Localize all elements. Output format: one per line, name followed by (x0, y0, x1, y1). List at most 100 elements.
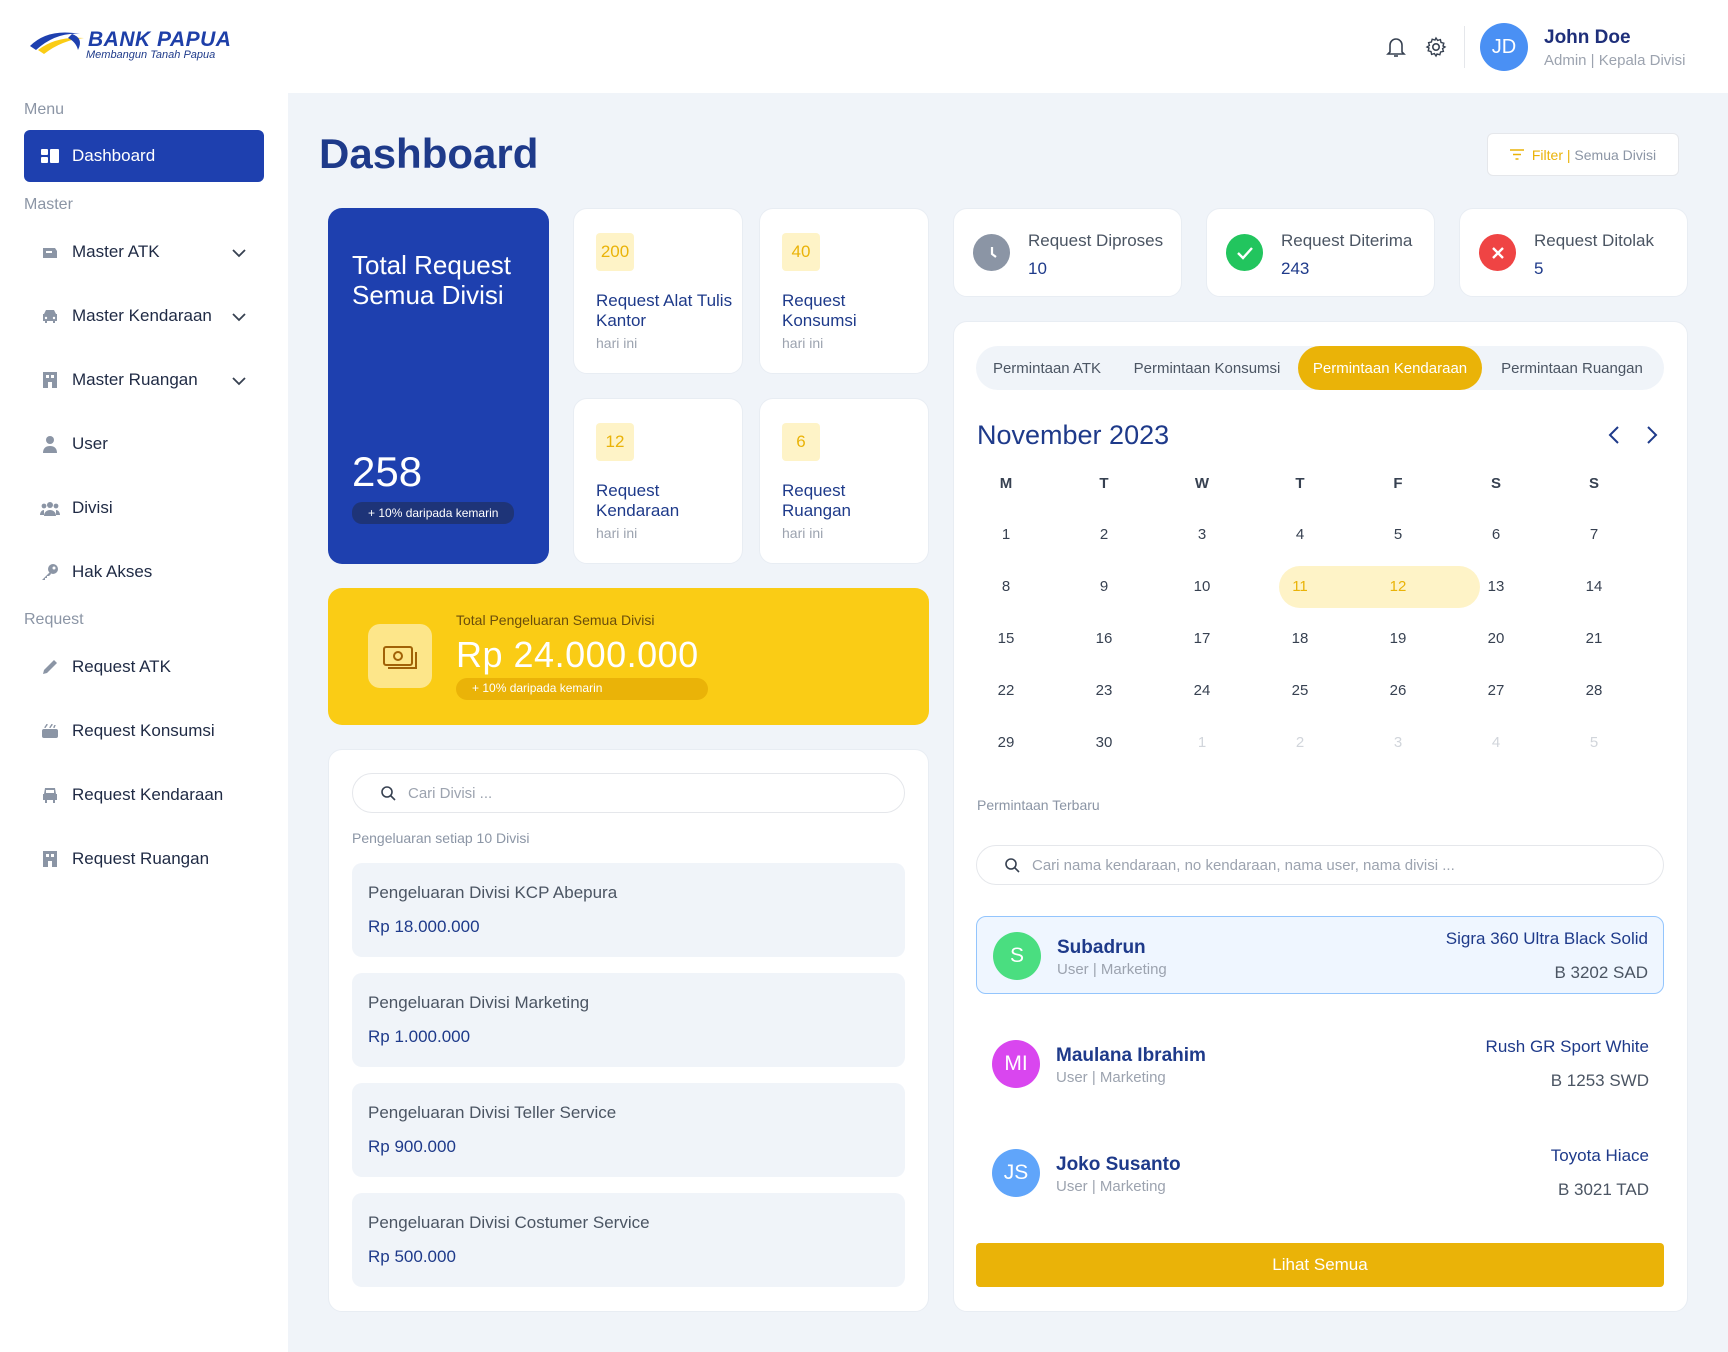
car-icon (40, 306, 60, 326)
see-all-button[interactable]: Lihat Semua (976, 1243, 1664, 1287)
gear-icon[interactable] (1423, 34, 1449, 60)
calendar-day[interactable]: 4 (1476, 734, 1516, 751)
weekday-header: T (1295, 475, 1305, 492)
calendar-day[interactable]: 3 (1182, 526, 1222, 543)
calendar-day[interactable]: 5 (1574, 734, 1614, 751)
list-item[interactable]: Pengeluaran Divisi Costumer Service Rp 5… (352, 1193, 905, 1287)
mini-card-atk[interactable]: 200 Request Alat Tulis Kantor hari ini (573, 208, 743, 374)
division-search-input[interactable]: Cari Divisi ... (352, 773, 905, 813)
user-icon (40, 434, 60, 454)
bell-icon[interactable] (1383, 34, 1409, 60)
calendar-day[interactable]: 14 (1574, 578, 1614, 595)
list-item[interactable]: JS Joko Susanto User | Marketing Toyota … (976, 1134, 1664, 1212)
division-name: Pengeluaran Divisi KCP Abepura (368, 883, 618, 902)
requester-name: Maulana Ibrahim (1056, 1045, 1206, 1066)
count-badge: 200 (596, 233, 634, 271)
calendar-day[interactable]: 26 (1378, 682, 1418, 699)
sidebar-item-master-kendaraan[interactable]: Master Kendaraan (24, 290, 264, 342)
calendar-day[interactable]: 10 (1182, 578, 1222, 595)
mini-card-kendaraan[interactable]: 12 Request Kendaraan hari ini (573, 398, 743, 564)
tab-permintaan-atk[interactable]: Permintaan ATK (976, 346, 1118, 390)
avatar: S (993, 932, 1041, 980)
stat-card-diterima[interactable]: Request Diterima 243 (1206, 208, 1435, 297)
calendar-day[interactable]: 16 (1084, 630, 1124, 647)
sidebar-item-request-konsumsi[interactable]: Request Konsumsi (24, 705, 264, 757)
sidebar-item-request-kendaraan[interactable]: Request Kendaraan (24, 769, 264, 821)
list-item[interactable]: Pengeluaran Divisi Marketing Rp 1.000.00… (352, 973, 905, 1067)
tab-permintaan-kendaraan[interactable]: Permintaan Kendaraan (1298, 346, 1482, 390)
total-request-value: 258 (352, 448, 423, 495)
calendar-day[interactable]: 30 (1084, 734, 1124, 751)
calendar-day[interactable]: 9 (1084, 578, 1124, 595)
user-avatar[interactable]: JD (1480, 23, 1528, 71)
spending-delta: + 10% daripada kemarin (456, 678, 708, 700)
calendar-day[interactable]: 2 (1280, 734, 1320, 751)
calendar-day[interactable]: 2 (1084, 526, 1124, 543)
requester-role: User | Marketing (1057, 961, 1167, 978)
chevron-down-icon[interactable] (232, 371, 246, 391)
filter-button[interactable]: Filter | Semua Divisi (1487, 133, 1679, 176)
sidebar-item-master-atk[interactable]: Master ATK (24, 226, 264, 278)
chevron-left-icon[interactable] (1608, 425, 1620, 450)
mini-card-label: Request Kendaraan (596, 481, 680, 520)
sidebar-item-master-ruangan[interactable]: Master Ruangan (24, 354, 264, 406)
sidebar-item-divisi[interactable]: Divisi (24, 482, 264, 534)
calendar-day[interactable]: 3 (1378, 734, 1418, 751)
calendar-day[interactable]: 4 (1280, 526, 1320, 543)
calendar-day[interactable]: 6 (1476, 526, 1516, 543)
calendar-day[interactable]: 24 (1182, 682, 1222, 699)
weekday-header: F (1393, 475, 1403, 492)
sidebar-item-hak-akses[interactable]: Hak Akses (24, 546, 264, 598)
calendar-day[interactable]: 27 (1476, 682, 1516, 699)
sidebar-item-label: Hak Akses (72, 562, 153, 581)
calendar-day[interactable]: 20 (1476, 630, 1516, 647)
sidebar-item-request-atk[interactable]: Request ATK (24, 641, 264, 693)
calendar-day[interactable]: 12 (1378, 578, 1418, 595)
chevron-down-icon[interactable] (232, 243, 246, 263)
sidebar-item-request-ruangan[interactable]: Request Ruangan (24, 833, 264, 885)
mini-card-label: Request Ruangan (782, 481, 852, 520)
calendar-day[interactable]: 1 (986, 526, 1026, 543)
vehicle-name: Rush GR Sport White (1485, 1037, 1649, 1056)
calendar-day[interactable]: 17 (1182, 630, 1222, 647)
division-name: Pengeluaran Divisi Marketing (368, 993, 590, 1012)
user-role: Admin | Kepala Divisi (1544, 52, 1686, 69)
tab-permintaan-ruangan[interactable]: Permintaan Ruangan (1482, 346, 1662, 390)
mini-card-ruangan[interactable]: 6 Request Ruangan hari ini (759, 398, 929, 564)
chevron-down-icon[interactable] (232, 307, 246, 327)
calendar-day[interactable]: 23 (1084, 682, 1124, 699)
mini-card-sub: hari ini (596, 335, 638, 351)
calendar-day[interactable]: 25 (1280, 682, 1320, 699)
total-request-delta: + 10% daripada kemarin (352, 502, 515, 524)
mini-card-konsumsi[interactable]: 40 Request Konsumsi hari ini (759, 208, 929, 374)
request-section-label: Request (24, 611, 84, 628)
list-item[interactable]: Pengeluaran Divisi Teller Service Rp 900… (352, 1083, 905, 1177)
calendar-day[interactable]: 8 (986, 578, 1026, 595)
calendar-day[interactable]: 22 (986, 682, 1026, 699)
calendar-day[interactable]: 28 (1574, 682, 1614, 699)
calendar-day[interactable]: 21 (1574, 630, 1614, 647)
mini-card-sub: hari ini (596, 525, 638, 541)
stat-card-ditolak[interactable]: Request Ditolak 5 (1459, 208, 1688, 297)
tab-permintaan-konsumsi[interactable]: Permintaan Konsumsi (1118, 346, 1296, 390)
calendar-day[interactable]: 18 (1280, 630, 1320, 647)
sidebar-item-dashboard[interactable]: Dashboard (24, 130, 264, 182)
list-item[interactable]: Pengeluaran Divisi KCP Abepura Rp 18.000… (352, 863, 905, 957)
calendar-day[interactable]: 29 (986, 734, 1026, 751)
calendar-day[interactable]: 13 (1476, 578, 1516, 595)
sidebar-item-user[interactable]: User (24, 418, 264, 470)
calendar-day[interactable]: 7 (1574, 526, 1614, 543)
car-icon (40, 785, 60, 805)
list-item[interactable]: S Subadrun User | Marketing Sigra 360 Ul… (976, 916, 1664, 994)
stat-card-diproses[interactable]: Request Diproses 10 (953, 208, 1182, 297)
chevron-right-icon[interactable] (1646, 425, 1658, 450)
calendar-day[interactable]: 19 (1378, 630, 1418, 647)
calendar-day[interactable]: 1 (1182, 734, 1222, 751)
filter-separator: | (1563, 146, 1575, 163)
check-icon (1226, 234, 1263, 271)
vehicle-search-input[interactable]: Cari nama kendaraan, no kendaraan, nama … (976, 845, 1664, 885)
calendar-day[interactable]: 15 (986, 630, 1026, 647)
calendar-day[interactable]: 5 (1378, 526, 1418, 543)
calendar-day[interactable]: 11 (1280, 578, 1320, 595)
list-item[interactable]: MI Maulana Ibrahim User | Marketing Rush… (976, 1025, 1664, 1103)
